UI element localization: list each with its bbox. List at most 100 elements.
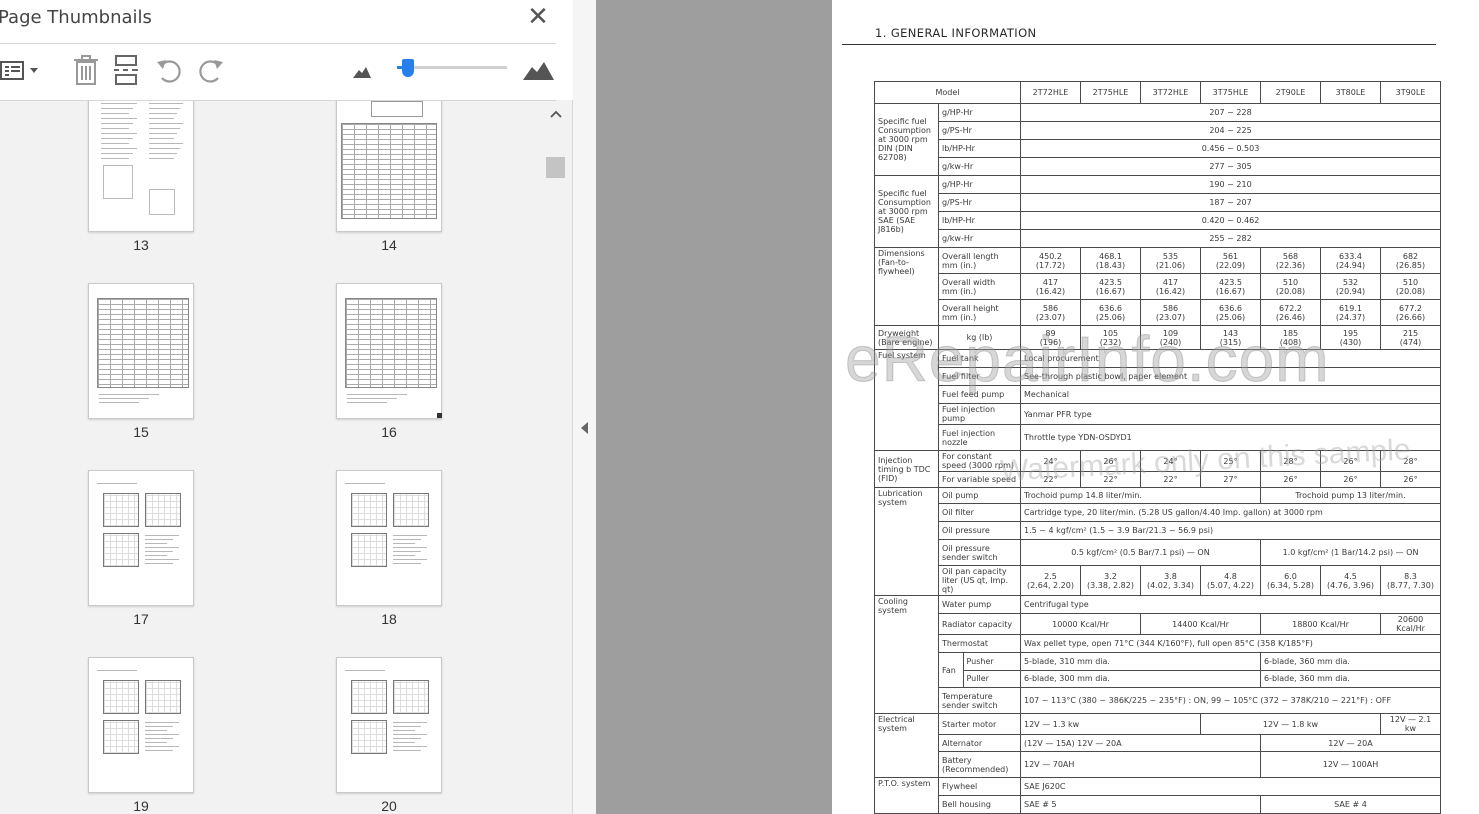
thumbnail-page-number: 14: [381, 237, 397, 253]
timing-value: 22°: [1020, 471, 1081, 488]
thumb-figure: [149, 189, 175, 215]
thumb-text-line: [145, 535, 179, 536]
thumb-text-line: [393, 726, 421, 727]
spec-value: 0.420 ~ 0.462: [1020, 211, 1441, 230]
thumbnail-page-image[interactable]: [88, 283, 194, 419]
timing-value: 24°: [1140, 450, 1201, 472]
capacity-value: 4.5 (4.76, 3.96): [1320, 565, 1381, 596]
dimension-value: 677.2 (26.66): [1380, 299, 1441, 326]
component-label: Oil pump: [938, 487, 1021, 504]
dimension-value: 510 (20.08): [1380, 273, 1441, 300]
dimension-value: 619.1 (24.37): [1320, 299, 1381, 326]
thumb-text-line: [101, 113, 129, 114]
spec-value: 1.0 kgf/cm² (1 Bar/14.2 psi) — ON: [1260, 539, 1441, 566]
group-label: P.T.O. system: [874, 777, 939, 814]
thumb-text-line: [145, 734, 179, 735]
thumbnail-scrollbar[interactable]: [546, 101, 565, 814]
spec-row: g/kw-Hr 277 ~ 305: [875, 157, 1441, 176]
dimension-value: 468.1 (18.43): [1080, 247, 1141, 274]
collapse-panel-icon[interactable]: [579, 420, 591, 436]
thumb-chart: [103, 720, 139, 754]
fan-label: Fan: [939, 653, 964, 687]
small-thumbnail-icon[interactable]: [351, 54, 383, 86]
component-label: Fuel injection pump: [938, 403, 1021, 425]
spec-value: SAE J620C: [1020, 777, 1441, 796]
thumb-chart: [351, 720, 387, 754]
thumb-text-line: [345, 670, 385, 671]
page-thumbnails-panel: Page Thumbnails ✕ 13 14 15 16 17 18 19 2…: [0, 0, 573, 814]
heading-rule: [842, 44, 1436, 45]
thumb-text-line: [145, 722, 179, 723]
spec-value: 18800 Kcal/Hr: [1260, 613, 1381, 635]
close-icon[interactable]: ✕: [526, 3, 550, 29]
component-label: For variable speed: [938, 471, 1021, 488]
unit-label: g/PS-Hr: [938, 193, 1021, 212]
scroll-up-icon[interactable]: [549, 107, 563, 121]
spec-row: g/PS-Hr 187 ~ 207: [875, 193, 1441, 212]
spec-value: 12V — 1.8 kw: [1200, 713, 1381, 735]
component-label: Water pump: [938, 595, 1021, 614]
spec-row: Battery (Recommended) 12V — 70AH 12V — 100…: [875, 751, 1441, 778]
thumb-text-line: [101, 118, 137, 119]
spec-value: 5-blade, 310 mm dia.: [1020, 652, 1261, 671]
rotate-clockwise-icon[interactable]: [194, 54, 226, 86]
dimension-value: 586 (23.07): [1020, 299, 1081, 326]
thumbnail-size-slider[interactable]: [397, 66, 507, 69]
dimension-label: Overall height mm (in.): [938, 299, 1021, 326]
component-label: Flywheel: [938, 777, 1021, 796]
component-label: Fuel feed pump: [938, 385, 1021, 404]
thumbnail-page-image[interactable]: [336, 101, 442, 232]
timing-value: 27°: [1200, 471, 1261, 488]
weight-value: 215 (474): [1380, 325, 1441, 350]
component-label: Oil filter: [938, 503, 1021, 522]
dimension-value: 672.2 (26.46): [1260, 299, 1321, 326]
thumbnail-page-image[interactable]: [88, 470, 194, 606]
spec-value: 187 ~ 207: [1020, 193, 1441, 212]
delete-pages-icon[interactable]: [70, 54, 102, 86]
thumbnail-page-image[interactable]: [336, 657, 442, 793]
thumb-text-line: [145, 563, 173, 564]
panel-splitter[interactable]: [573, 0, 596, 814]
dimension-value: 586 (23.07): [1140, 299, 1201, 326]
thumbnail-resize-handle[interactable]: [437, 413, 442, 418]
spec-value: (12V — 15A) 12V — 20A: [1020, 734, 1261, 752]
thumbnail-list[interactable]: 13 14 15 16 17 18 19 20: [0, 101, 546, 814]
thumbnail-page-image[interactable]: [88, 101, 194, 232]
thumb-text-line: [149, 138, 174, 139]
dimension-value: 636.6 (25.06): [1080, 299, 1141, 326]
thumbnail-page-image[interactable]: [336, 470, 442, 606]
spec-value: Yanmar PFR type: [1020, 403, 1441, 425]
timing-value: 24°: [1020, 450, 1081, 472]
thumbnail-options-icon[interactable]: [0, 54, 38, 86]
thumb-text-line: [145, 559, 179, 560]
spec-row: Cooling system Water pump Centrifugal type: [874, 595, 1441, 714]
thumbnail-page-image[interactable]: [88, 657, 194, 793]
thumb-table: [97, 298, 189, 388]
spec-row: Dimensions (Fan-to-flywheel) Overall leng…: [874, 247, 1441, 326]
thumb-text-line: [99, 402, 139, 403]
weight-value: 105 (232): [1080, 325, 1141, 350]
thumb-text-line: [145, 551, 173, 552]
dimension-value: 561 (22.09): [1200, 247, 1261, 274]
spec-value: 6-blade, 360 mm dia.: [1260, 669, 1441, 688]
component-label: Oil pressure sender switch: [938, 539, 1021, 566]
spec-value: 6-blade, 300 mm dia.: [1020, 669, 1261, 688]
thumb-chart: [103, 493, 139, 527]
slider-handle[interactable]: [401, 59, 414, 77]
panel-header: Page Thumbnails ✕: [0, 0, 573, 44]
rotate-counterclockwise-icon[interactable]: [154, 54, 186, 86]
model-name: 3T90LE: [1380, 81, 1441, 104]
thumb-text-line: [145, 543, 167, 544]
spec-row: Oil filter Cartridge type, 20 liter/min. …: [875, 503, 1441, 522]
component-label: Fuel tank: [938, 349, 1021, 368]
thumbnail-page-image[interactable]: [336, 283, 442, 419]
thumb-text-line: [101, 158, 129, 159]
unit-label: lb/HP-Hr: [938, 139, 1021, 158]
insert-pages-icon[interactable]: [112, 54, 144, 86]
dimension-label: Overall length mm (in.): [938, 247, 1021, 274]
thumb-text-line: [101, 133, 137, 134]
spec-row: lb/HP-Hr 0.456 ~ 0.503: [875, 139, 1441, 158]
section-heading: 1. GENERAL INFORMATION: [875, 26, 1037, 40]
scrollbar-thumb[interactable]: [546, 157, 565, 178]
large-thumbnail-icon[interactable]: [522, 54, 554, 86]
